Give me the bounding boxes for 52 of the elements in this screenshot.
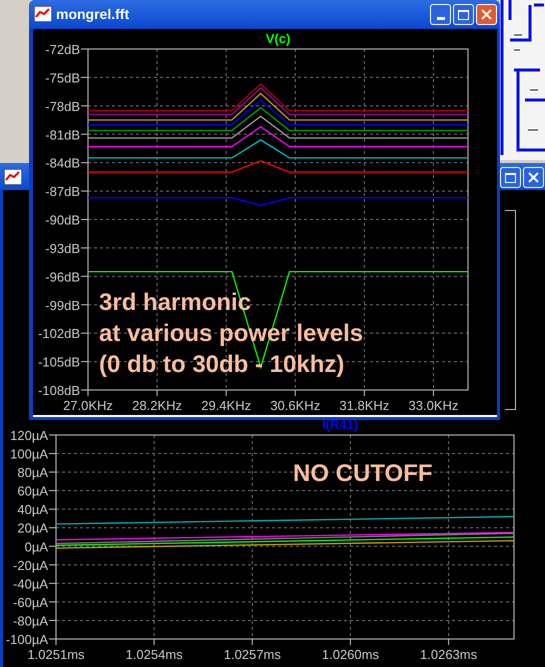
y-axis-label: 60µA — [17, 484, 48, 499]
y-axis-label: -93dB — [45, 240, 80, 256]
y-axis-label: 80µA — [17, 465, 48, 480]
x-axis-label: 30.6KHz — [270, 398, 320, 413]
y-axis-label: 40µA — [17, 502, 48, 518]
chart-title: V(c) — [266, 31, 290, 46]
x-axis-label: 31.8KHz — [339, 398, 390, 413]
maximize-button[interactable] — [500, 167, 521, 188]
x-axis-label: 27.0KHz — [63, 398, 113, 413]
y-axis-label: -78dB — [45, 98, 80, 114]
x-axis-label: 33.0KHz — [408, 398, 458, 413]
y-axis-label: 120µA — [10, 428, 48, 443]
y-axis-label: -84dB — [45, 156, 80, 171]
chart-window-icon — [4, 169, 22, 185]
y-axis-label: 0µA — [24, 539, 48, 554]
minimize-icon — [436, 17, 444, 20]
maximize-icon — [458, 10, 469, 20]
y-axis-label: -100µA — [6, 632, 48, 647]
x-axis-label: 1.0257ms — [224, 647, 281, 662]
y-axis-label: -20µA — [13, 558, 48, 573]
y-axis-label: -87dB — [45, 184, 80, 200]
y-axis-label: -75dB — [45, 70, 80, 86]
y-axis-label: -105dB — [38, 354, 80, 370]
close-icon — [528, 172, 539, 183]
y-axis-label: -81dB — [45, 127, 80, 142]
y-axis-label: -90dB — [45, 212, 80, 228]
close-icon — [481, 9, 492, 20]
x-axis-label: 1.0251ms — [27, 647, 85, 662]
close-button[interactable] — [523, 167, 544, 188]
y-axis-label: -72dB — [45, 42, 80, 57]
x-axis-label: 1.0263ms — [420, 647, 478, 662]
window-title: mongrel.fft — [56, 7, 130, 21]
chart-title: I(R41) — [322, 418, 358, 432]
y-axis-label: 20µA — [17, 520, 48, 536]
minimize-button[interactable] — [430, 4, 451, 25]
y-axis-label: -96dB — [45, 269, 80, 284]
x-axis-label: 1.0254ms — [126, 647, 183, 662]
chart-window-icon — [34, 6, 52, 22]
y-axis-label: -102dB — [38, 326, 80, 342]
y-axis-label: -40µA — [13, 576, 48, 592]
maximize-button[interactable] — [453, 4, 474, 25]
x-axis-label: 28.2KHz — [132, 398, 182, 413]
y-axis-label: -99dB — [45, 298, 80, 313]
y-axis-label: -80µA — [13, 613, 48, 628]
y-axis-label: 100µA — [10, 446, 48, 462]
y-axis-label: -60µA — [13, 594, 48, 610]
annotation-text: NO CUTOFF — [293, 460, 433, 487]
close-button[interactable] — [476, 4, 497, 25]
x-axis-label: 1.0260ms — [322, 647, 379, 662]
x-axis-label: 29.4KHz — [201, 398, 252, 413]
y-axis-label: -108dB — [38, 383, 80, 398]
maximize-icon — [505, 172, 516, 182]
